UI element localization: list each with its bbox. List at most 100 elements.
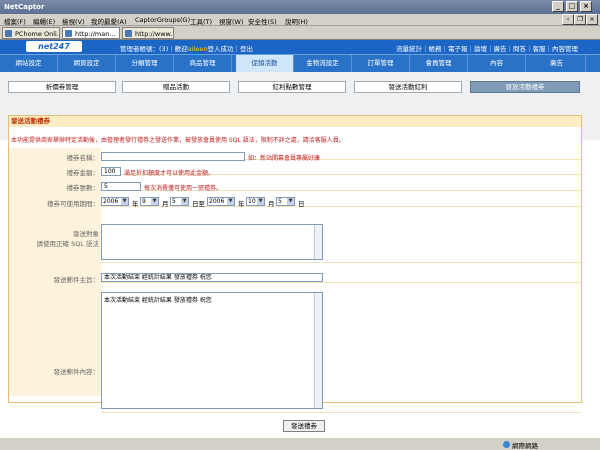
main-nav: 網站設定 網頁設定 分類管理 商品管理 促銷活動 金物流設定 訂單管理 會員管理…	[0, 54, 600, 73]
menu-help[interactable]: 說明(H)	[285, 16, 308, 26]
menu-window[interactable]: 視窗(W)	[219, 16, 244, 26]
mail-body-text: 本次活動結束 經統計結果 發放禮券 祝您	[104, 297, 212, 304]
textarea-scrollbar[interactable]	[314, 225, 322, 259]
link-ads[interactable]: 廣告	[494, 45, 507, 53]
link-support[interactable]: 客服	[533, 45, 546, 53]
globe-icon	[503, 441, 510, 448]
voucher-count-label: 禮券張數：	[66, 184, 100, 192]
unit-month: 月	[268, 200, 275, 208]
nav-members[interactable]: 會員管理	[410, 55, 468, 73]
link-newsletter[interactable]: 電子報	[448, 45, 468, 53]
chevron-down-icon: ▼	[257, 198, 264, 205]
subtab-bonus-points[interactable]: 紅利點數管理	[238, 81, 346, 93]
voucher-count-input[interactable]: 5	[101, 182, 141, 191]
nav-page-settings[interactable]: 網頁設定	[58, 55, 116, 73]
browser-tab-manage[interactable]: http://man...	[62, 27, 120, 39]
menu-bar: 檔案(F) 編輯(E) 檢視(V) 我的最愛(A) CaptorGroups(G…	[0, 14, 600, 26]
chevron-down-icon: ▼	[121, 198, 128, 205]
link-faq[interactable]: 問答	[513, 45, 526, 53]
nav-payment-shipping[interactable]: 金物流設定	[294, 55, 352, 73]
link-forum[interactable]: 論壇	[474, 45, 487, 53]
voucher-amount-hint: 滿足折扣額度才可以使用此金額。	[124, 170, 215, 177]
mail-body-textarea[interactable]: 本次活動結束 經統計結果 發放禮券 祝您	[101, 292, 323, 409]
link-content-manage[interactable]: 內容管理	[552, 45, 578, 53]
voucher-form-panel: 發送活動禮券 本功能提供商家舉辦特定活動後，由管理者發行禮券之發送作業，被發放會…	[8, 115, 582, 432]
unit-year: 年	[132, 200, 139, 208]
end-month-select[interactable]: 10 ▼	[246, 197, 265, 206]
restore-icon[interactable]: ❐	[574, 14, 586, 25]
browser-tab-www[interactable]: http://www...	[122, 27, 174, 39]
menu-favorites[interactable]: 我的最愛(A)	[91, 16, 127, 26]
mail-subject-label: 發送郵件主旨：	[53, 276, 100, 284]
nav-site-settings[interactable]: 網站設定	[0, 55, 58, 73]
page-icon	[65, 30, 72, 37]
voucher-name-label: 禮券名稱：	[66, 154, 100, 162]
row-divider	[101, 282, 581, 283]
window-title: NetCaptor	[4, 3, 45, 11]
welcome-text: 歡迎	[174, 45, 188, 53]
panel-notice: 本功能提供商家舉辦特定活動後，由管理者發行禮券之發送作業，被發放會員使用 SQL…	[11, 137, 345, 144]
menu-edit[interactable]: 編輯(E)	[33, 16, 55, 26]
nav-category[interactable]: 分類管理	[116, 55, 174, 73]
logout-link[interactable]: 登出	[240, 45, 253, 53]
menu-tools[interactable]: 工具(T)	[190, 16, 212, 26]
tab-label: http://www...	[135, 30, 174, 38]
browser-tab-bar: PChome Onli... http://man... http://www.…	[0, 26, 600, 40]
send-voucher-button[interactable]: 發送禮券	[283, 420, 325, 432]
link-billing[interactable]: 帳務	[429, 45, 442, 53]
tab-label: PChome Onli...	[15, 30, 60, 38]
menu-security[interactable]: 安全性(S)	[248, 16, 277, 26]
target-label: 發送對象	[73, 230, 99, 238]
voucher-amount-input[interactable]: 100	[101, 167, 121, 176]
start-year-select[interactable]: 2006 ▼	[101, 197, 129, 206]
page-icon	[5, 30, 12, 37]
maximize-button[interactable]: □	[566, 1, 578, 12]
start-month-select[interactable]: 9 ▼	[140, 197, 159, 206]
subtab-coupon[interactable]: 折價券管理	[8, 81, 116, 93]
login-status: 登入成功	[207, 45, 234, 53]
target-sql-hint: 請使用正確 SQL 語法	[36, 240, 100, 248]
nav-ads[interactable]: 廣告	[528, 55, 586, 73]
unit-to: 日至	[192, 200, 205, 208]
title-bar: NetCaptor _ □ ×	[0, 0, 600, 14]
user-info: 管理者帳號：(3)｜歡迎aileen登入成功｜登出	[120, 43, 253, 53]
back-icon[interactable]: ‹	[562, 14, 574, 25]
minimize-button[interactable]: _	[552, 1, 564, 12]
site-logo: net247	[26, 41, 82, 52]
end-year-select[interactable]: 2006 ▼	[207, 197, 235, 206]
top-links: 流量統計｜帳務｜電子報｜論壇｜廣告｜問答｜客服｜內容管理	[396, 43, 578, 53]
link-traffic-stats[interactable]: 流量統計	[396, 45, 422, 53]
chevron-down-icon: ▼	[287, 198, 294, 205]
menu-file[interactable]: 檔案(F)	[4, 16, 26, 26]
voucher-name-input[interactable]	[101, 152, 245, 161]
voucher-count-hint: 每次消費僅可使用一張禮券。	[144, 185, 223, 192]
menu-captorgroups[interactable]: CaptorGroups(G)	[135, 16, 190, 24]
row-divider	[101, 262, 581, 263]
unit-day: 日	[298, 200, 305, 208]
voucher-name-hint: 如：新站開幕會員專屬好康	[248, 155, 321, 162]
textarea-scrollbar[interactable]	[314, 293, 322, 408]
close-tab-icon[interactable]: ×	[586, 14, 598, 25]
start-day-select[interactable]: 5 ▼	[170, 197, 189, 206]
tab-label: http://man...	[75, 30, 116, 38]
subtab-gift[interactable]: 贈品活動	[122, 81, 230, 93]
mail-body-label: 發送郵件內容：	[53, 368, 100, 376]
row-divider	[101, 206, 581, 207]
nav-products[interactable]: 商品管理	[174, 55, 232, 73]
voucher-period-label: 禮券可使用期間：	[47, 200, 99, 208]
close-button[interactable]: ×	[580, 1, 592, 12]
menu-view[interactable]: 檢視(V)	[62, 16, 85, 26]
unit-year: 年	[238, 200, 245, 208]
subtab-send-voucher[interactable]: 發放活動禮券	[470, 81, 580, 93]
site-header: net247 管理者帳號：(3)｜歡迎aileen登入成功｜登出 流量統計｜帳務…	[0, 40, 600, 54]
nav-orders[interactable]: 訂單管理	[352, 55, 410, 73]
nav-content[interactable]: 內容	[468, 55, 526, 73]
target-sql-textarea[interactable]	[101, 224, 323, 260]
mail-subject-input[interactable]: 本次活動結束 經統計結果 發放禮券 祝您	[101, 273, 323, 282]
nav-promotions[interactable]: 促銷活動	[236, 55, 294, 73]
subtab-send-bonus[interactable]: 發送活動紅利	[354, 81, 462, 93]
page-content: net247 管理者帳號：(3)｜歡迎aileen登入成功｜登出 流量統計｜帳務…	[0, 40, 600, 437]
end-day-select[interactable]: 5 ▼	[276, 197, 295, 206]
browser-tab-pchome[interactable]: PChome Onli...	[2, 27, 60, 39]
row-divider	[101, 412, 581, 413]
